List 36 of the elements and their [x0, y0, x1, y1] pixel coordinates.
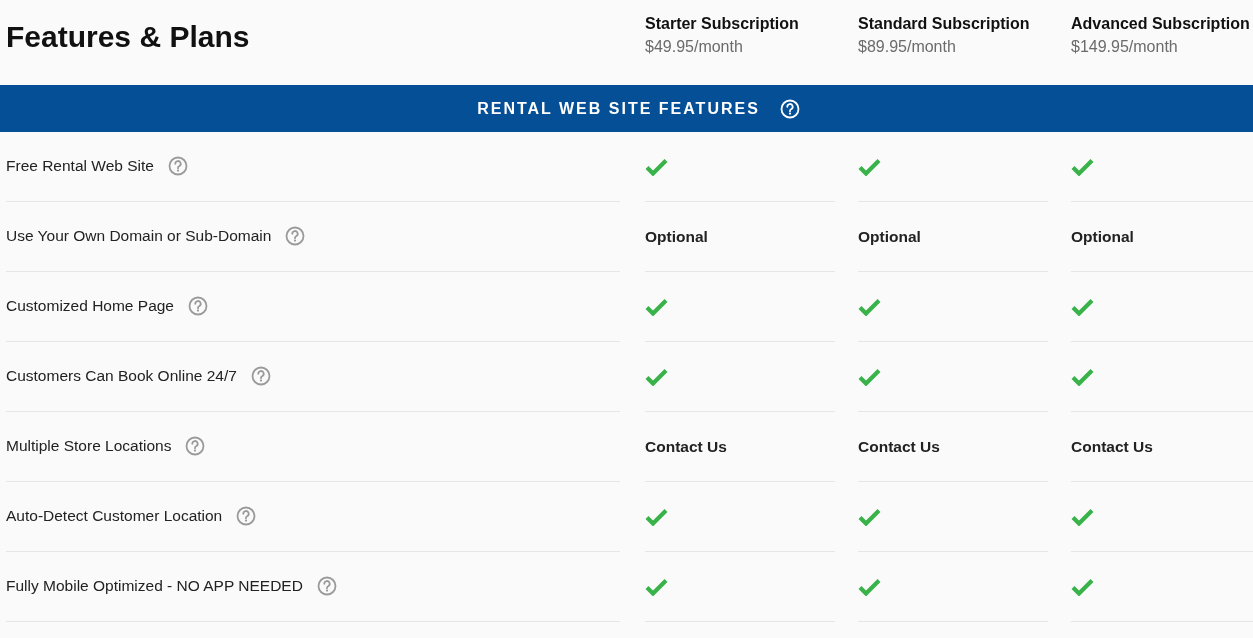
plan-name: Standard Subscription — [858, 15, 1031, 33]
check-icon — [645, 297, 668, 316]
feature-label: Customized Home Page — [6, 296, 174, 315]
check-icon — [1071, 507, 1094, 526]
check-icon — [1071, 577, 1094, 596]
plan-price: $49.95/month — [645, 38, 744, 56]
plan-name: Starter Subscription — [645, 15, 800, 33]
plan-name: Advanced Subscription — [1071, 15, 1251, 33]
check-icon — [858, 157, 881, 176]
feature-label: Auto-Detect Customer Location — [6, 506, 223, 525]
cell-text: Optional — [1071, 227, 1134, 246]
feature-label: Multiple Store Locations — [6, 436, 172, 455]
check-icon — [1071, 297, 1094, 316]
cell-text: Contact Us — [858, 437, 940, 456]
check-icon — [1071, 367, 1094, 386]
cell-text: Optional — [645, 227, 708, 246]
check-icon — [858, 367, 881, 386]
check-icon — [645, 577, 668, 596]
feature-label: Free Rental Web Site — [6, 156, 154, 175]
feature-label: Use Your Own Domain or Sub-Domain — [6, 226, 272, 245]
plan-price: $89.95/month — [858, 38, 957, 56]
feature-label: Fully Mobile Optimized - NO APP NEEDED — [6, 576, 303, 595]
check-icon — [645, 157, 668, 176]
cell-text: Contact Us — [645, 437, 727, 456]
page-title: Features & Plans — [6, 20, 251, 54]
feature-label: Customers Can Book Online 24/7 — [6, 366, 237, 385]
plan-price: $149.95/month — [1071, 38, 1179, 56]
check-icon — [645, 507, 668, 526]
check-icon — [858, 507, 881, 526]
check-icon — [645, 367, 668, 386]
check-icon — [1071, 157, 1094, 176]
section-title: RENTAL WEB SITE FEATURES — [477, 99, 760, 118]
check-icon — [858, 297, 881, 316]
check-icon — [858, 577, 881, 596]
cell-text: Contact Us — [1071, 437, 1153, 456]
cell-text: Optional — [858, 227, 921, 246]
